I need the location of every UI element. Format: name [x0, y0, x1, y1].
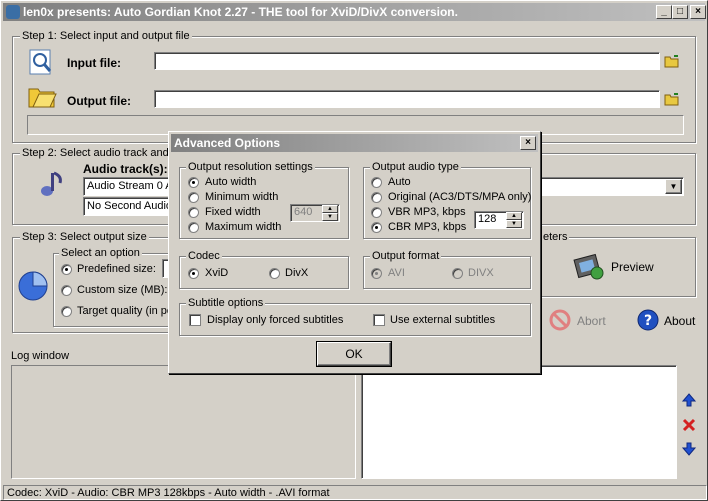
log-window-label: Log window [11, 350, 70, 362]
output-file-icon [27, 81, 57, 109]
target-quality-radio[interactable] [61, 306, 72, 317]
move-down-icon[interactable] [681, 441, 697, 457]
divx-format-radio[interactable] [452, 268, 463, 279]
fixed-width-spin-down[interactable]: ▼ [322, 213, 338, 221]
dialog-title: Advanced Options [174, 136, 281, 150]
about-label[interactable]: About [664, 314, 695, 328]
audio-track-label: Audio track(s): [83, 162, 168, 176]
job-queue-list[interactable] [361, 365, 677, 479]
resolution-legend: Output resolution settings [186, 161, 315, 173]
xvid-radio[interactable] [188, 268, 199, 279]
output-file-field[interactable] [154, 90, 660, 108]
external-subtitles-label: Use external subtitles [390, 314, 496, 326]
audio-auto-radio[interactable] [371, 177, 382, 188]
audio-track-2[interactable]: No Second Audio [83, 197, 173, 216]
predefined-size-radio[interactable] [61, 264, 72, 275]
cbr-mp3-label: CBR MP3, kbps [388, 221, 467, 233]
preview-label[interactable]: Preview [611, 260, 654, 274]
abort-label[interactable]: Abort [577, 314, 606, 328]
auto-width-label: Auto width [205, 176, 257, 188]
abort-icon[interactable] [549, 309, 571, 331]
log-window-left [11, 365, 356, 479]
audio-original-label: Original (AC3/DTS/MPA only) [388, 191, 532, 203]
divx-codec-radio[interactable] [269, 268, 280, 279]
maximum-width-label: Maximum width [205, 221, 282, 233]
audio-type-legend: Output audio type [370, 161, 461, 173]
xvid-label: XviD [205, 267, 229, 279]
codec-legend: Codec [186, 250, 222, 262]
ok-button[interactable]: OK [316, 341, 392, 367]
output-format-legend: Output format [370, 250, 442, 262]
pie-chart-icon [17, 270, 49, 302]
app-icon [6, 5, 20, 19]
fixed-width-radio[interactable] [188, 207, 199, 218]
close-button[interactable]: × [690, 5, 706, 19]
step3-legend: Step 3: Select output size [20, 231, 149, 243]
cbr-kbps-spin-up[interactable]: ▲ [506, 212, 522, 220]
title-bar[interactable]: len0x presents: Auto Gordian Knot 2.27 -… [3, 3, 705, 21]
svg-text:?: ? [644, 313, 652, 329]
forced-subtitles-checkbox[interactable] [189, 314, 201, 326]
maximize-button[interactable]: □ [672, 5, 688, 19]
output-file-label: Output file: [67, 94, 131, 108]
fixed-width-label: Fixed width [205, 206, 261, 218]
custom-size-radio[interactable] [61, 285, 72, 296]
avi-radio[interactable] [371, 268, 382, 279]
status-bar: Codec: XviD - Audio: CBR MP3 128kbps - A… [3, 485, 707, 500]
audio-icon [35, 169, 67, 201]
audio-original-radio[interactable] [371, 192, 382, 203]
option-legend: Select an option [59, 247, 142, 259]
audio-track-1[interactable]: Audio Stream 0 A [83, 177, 173, 196]
input-file-icon [27, 48, 55, 76]
audio-combo[interactable] [536, 177, 684, 196]
avi-label: AVI [388, 267, 405, 279]
forced-subtitles-label: Display only forced subtitles [207, 314, 344, 326]
audio-auto-label: Auto [388, 176, 411, 188]
preview-icon[interactable] [573, 251, 605, 281]
maximum-width-radio[interactable] [188, 222, 199, 233]
custom-size-label: Custom size (MB): [77, 284, 168, 296]
external-subtitles-checkbox[interactable] [373, 314, 385, 326]
step2-legend: Step 2: Select audio track and [20, 147, 171, 159]
minimum-width-radio[interactable] [188, 192, 199, 203]
advanced-options-dialog: Advanced Options × Output resolution set… [168, 131, 541, 374]
delete-icon[interactable] [681, 417, 697, 433]
dialog-title-bar[interactable]: Advanced Options [171, 134, 538, 152]
target-quality-label: Target quality (in pe [77, 305, 173, 317]
window-title: len0x presents: Auto Gordian Knot 2.27 -… [23, 5, 458, 19]
parameters-legend: eters [541, 231, 570, 243]
audio-combo-dropdown[interactable]: ▼ [665, 179, 682, 194]
minimum-width-label: Minimum width [205, 191, 279, 203]
about-icon[interactable]: ? [637, 309, 659, 331]
input-file-label: Input file: [67, 56, 121, 70]
browse-output-icon[interactable] [664, 92, 680, 106]
status-text: Codec: XviD - Audio: CBR MP3 128kbps - A… [7, 487, 330, 499]
browse-input-icon[interactable] [664, 54, 680, 68]
auto-width-radio[interactable] [188, 177, 199, 188]
divx-format-label: DIVX [468, 267, 494, 279]
cbr-kbps-spin-down[interactable]: ▼ [506, 220, 522, 228]
vbr-mp3-label: VBR MP3, kbps [388, 206, 466, 218]
input-file-field[interactable] [154, 52, 660, 70]
move-up-icon[interactable] [681, 392, 697, 408]
divx-codec-label: DivX [285, 267, 309, 279]
cbr-mp3-radio[interactable] [371, 222, 382, 233]
fixed-width-spin-up[interactable]: ▲ [322, 205, 338, 213]
dialog-close-button[interactable]: × [520, 136, 536, 150]
minimize-button[interactable]: _ [656, 5, 672, 19]
predefined-size-label: Predefined size: [77, 263, 156, 275]
vbr-mp3-radio[interactable] [371, 207, 382, 218]
step1-legend: Step 1: Select input and output file [20, 30, 192, 42]
subtitle-legend: Subtitle options [186, 297, 266, 309]
